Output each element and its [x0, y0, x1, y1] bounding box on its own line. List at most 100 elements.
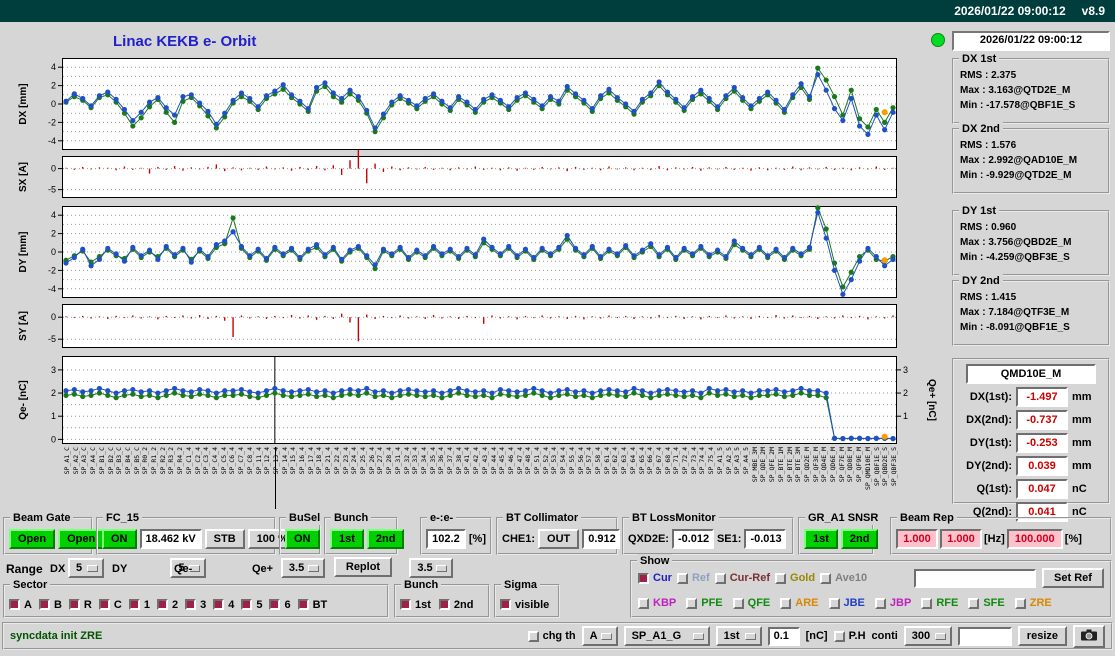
monitor-unit: mm — [1072, 437, 1092, 449]
checkbox-icon[interactable] — [775, 572, 787, 584]
checkbox-icon[interactable] — [780, 597, 792, 609]
x-axis-label: SP_A2_5 — [724, 447, 733, 475]
che1-state-button[interactable]: OUT — [538, 529, 580, 549]
show-checkbox-rfe[interactable]: RFE — [921, 597, 958, 609]
busel-on-button[interactable]: ON — [285, 529, 320, 549]
sector-checkbox-6[interactable]: 6 — [269, 599, 291, 611]
checkbox-icon[interactable] — [400, 599, 411, 610]
checkbox-icon[interactable] — [828, 597, 840, 609]
show-checkbox-ref[interactable]: Ref — [676, 572, 710, 584]
qxd2e-value-field: -0.012 — [671, 529, 714, 549]
set-ref-button[interactable]: Set Ref — [1042, 568, 1104, 588]
set-ref-input[interactable] — [914, 569, 1036, 588]
checkbox-icon[interactable] — [438, 599, 450, 610]
sigma-checkbox-visible[interactable]: visible — [500, 599, 549, 611]
checkbox-icon[interactable] — [833, 630, 845, 642]
sector-checkbox-5[interactable]: 5 — [241, 599, 262, 611]
checkbox-icon[interactable] — [686, 597, 698, 609]
show-checkbox-jbp[interactable]: JBP — [874, 597, 912, 609]
sector-checkbox-bt[interactable]: BT — [297, 599, 327, 611]
resize-button[interactable]: resize — [1017, 626, 1067, 646]
checkbox-icon[interactable] — [1014, 597, 1026, 609]
checkbox-icon[interactable] — [820, 572, 832, 584]
sector-checkbox-2[interactable]: 2 — [156, 599, 178, 611]
snsr-1st-button[interactable]: 1st — [804, 529, 838, 549]
checkbox-icon[interactable] — [213, 599, 225, 610]
checkbox-icon[interactable] — [638, 597, 649, 609]
show-checkbox-zre[interactable]: ZRE — [1014, 597, 1052, 609]
sector-checkbox-c[interactable]: C — [98, 599, 122, 611]
chg-th-checkbox[interactable]: chg th — [527, 630, 576, 642]
bunch-1st-button[interactable]: 1st — [330, 529, 364, 549]
mode-a-select[interactable]: A — [581, 626, 618, 646]
screenshot-button[interactable] — [1073, 624, 1105, 648]
conti-toggle[interactable]: conti — [872, 630, 898, 642]
sigma-checkbox-label: visible — [515, 598, 550, 611]
fc15-title: FC_15 — [103, 511, 143, 525]
monitor-name: QMD10E_M — [966, 364, 1096, 384]
checkbox-icon[interactable] — [68, 599, 80, 610]
checkbox-icon[interactable] — [185, 599, 197, 610]
checkbox-icon[interactable] — [732, 597, 744, 609]
bunch-2nd-button[interactable]: 2nd — [366, 529, 405, 549]
monitor-unit: mm — [1072, 414, 1092, 426]
bunch-select[interactable]: 1st — [715, 626, 762, 646]
show-checkbox-ave10[interactable]: Ave10 — [820, 572, 867, 584]
x-axis-label: SP_C7_4 — [237, 447, 246, 475]
x-axis-label: SP_B4_C — [123, 447, 132, 475]
checkbox-icon[interactable] — [874, 597, 886, 609]
checkbox-icon[interactable] — [297, 599, 309, 610]
fc15-stb-button[interactable]: STB — [204, 529, 245, 549]
range-qem-select[interactable]: 3.5 — [280, 558, 325, 578]
x-axis-label: SP_QD6E_M — [829, 447, 838, 483]
checkbox-icon[interactable] — [500, 599, 511, 610]
x-axis-label: SP_R4_2 — [176, 447, 185, 475]
show-checkbox-gold[interactable]: Gold — [775, 572, 815, 584]
sector-checkbox-1[interactable]: 1 — [128, 599, 150, 611]
x-axis-label: SP_21_4 — [324, 447, 333, 475]
show-checkbox-label: JBP — [889, 597, 912, 609]
sector-checkbox-3[interactable]: 3 — [185, 599, 206, 611]
checkbox-icon[interactable] — [638, 572, 649, 584]
sector-checkbox-b[interactable]: B — [38, 599, 62, 611]
show-checkbox-qfe[interactable]: QFE — [732, 597, 770, 609]
gr-a1-snsr-title: GR_A1 SNSR — [805, 511, 882, 525]
checkbox-icon[interactable] — [527, 630, 539, 642]
checkbox-icon[interactable] — [9, 599, 20, 610]
show-checkbox-sfe[interactable]: SFE — [968, 597, 1005, 609]
monitor-value: -0.253 — [1016, 433, 1068, 453]
bunch-checkbox-2nd[interactable]: 2nd — [438, 599, 473, 611]
monitor-group-select[interactable]: SP_A1_G — [623, 626, 710, 646]
range-qep-select[interactable]: 3.5 — [409, 558, 454, 578]
replot-button[interactable]: Replot — [334, 557, 392, 577]
x-axis-label: SP_28_4 — [385, 447, 394, 475]
checkbox-icon[interactable] — [156, 599, 168, 610]
show-checkbox-jbe[interactable]: JBE — [828, 597, 865, 609]
checkbox-icon[interactable] — [921, 597, 933, 609]
checkbox-icon[interactable] — [98, 599, 110, 610]
show-checkbox-kbp[interactable]: KBP — [638, 597, 676, 609]
interval-select[interactable]: 300 — [903, 626, 952, 646]
snsr-2nd-button[interactable]: 2nd — [840, 529, 879, 549]
range-dx-select[interactable]: 5 — [68, 558, 104, 578]
checkbox-icon[interactable] — [128, 599, 140, 610]
ph-checkbox[interactable]: P.H — [833, 630, 866, 642]
checkbox-icon[interactable] — [38, 599, 50, 610]
checkbox-icon[interactable] — [968, 597, 980, 609]
show-checkbox-are[interactable]: ARE — [780, 597, 819, 609]
show-checkbox-cur-ref[interactable]: Cur-Ref — [714, 572, 770, 584]
sector-checkbox-r[interactable]: R — [68, 599, 92, 611]
sector-checkbox-a[interactable]: A — [9, 599, 32, 611]
beam-gate-open-1-button[interactable]: Open — [9, 529, 56, 549]
sector-checkbox-4[interactable]: 4 — [213, 599, 234, 611]
checkbox-icon[interactable] — [714, 572, 726, 584]
show-checkbox-cur[interactable]: Cur — [638, 572, 672, 584]
bunch-checkbox-1st[interactable]: 1st — [400, 599, 431, 611]
checkbox-icon[interactable] — [241, 599, 253, 610]
checkbox-icon[interactable] — [676, 572, 688, 584]
blank-input[interactable] — [957, 626, 1012, 646]
fc15-on-button[interactable]: ON — [102, 529, 137, 549]
threshold-input[interactable] — [767, 626, 800, 646]
show-checkbox-pfe[interactable]: PFE — [686, 597, 723, 609]
checkbox-icon[interactable] — [269, 599, 281, 610]
